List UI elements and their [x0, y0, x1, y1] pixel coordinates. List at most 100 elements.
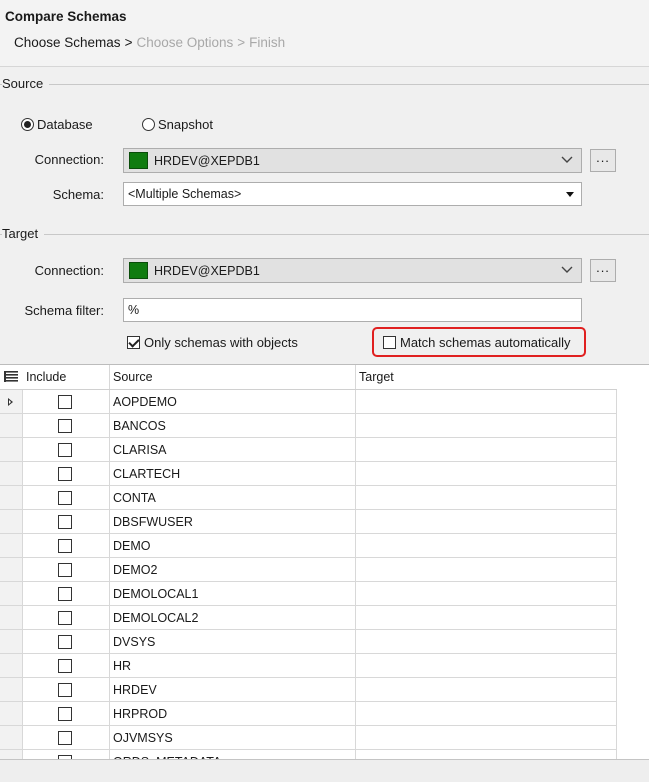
include-cell[interactable]: [23, 534, 110, 558]
include-cell[interactable]: [23, 486, 110, 510]
column-header-source[interactable]: Source: [110, 365, 356, 389]
table-row[interactable]: AOPDEMO: [0, 390, 617, 414]
match-schemas-automatically-checkbox[interactable]: Match schemas automatically: [383, 335, 571, 350]
table-row[interactable]: DEMO: [0, 534, 617, 558]
include-cell[interactable]: [23, 606, 110, 630]
target-cell[interactable]: [356, 486, 617, 510]
target-connection-browse-button[interactable]: ...: [590, 259, 616, 282]
include-checkbox[interactable]: [58, 659, 72, 673]
table-row[interactable]: DEMOLOCAL2: [0, 606, 617, 630]
grid-menu-cell[interactable]: [0, 365, 23, 389]
row-selector[interactable]: [0, 582, 23, 606]
only-schemas-with-objects-checkbox[interactable]: Only schemas with objects: [127, 335, 298, 350]
source-cell[interactable]: HRDEV: [110, 678, 356, 702]
table-row[interactable]: HRDEV: [0, 678, 617, 702]
source-cell[interactable]: BANCOS: [110, 414, 356, 438]
include-checkbox[interactable]: [58, 515, 72, 529]
include-checkbox[interactable]: [58, 419, 72, 433]
include-cell[interactable]: [23, 390, 110, 414]
target-cell[interactable]: [356, 606, 617, 630]
source-connection-browse-button[interactable]: ...: [590, 149, 616, 172]
include-checkbox[interactable]: [58, 611, 72, 625]
list-icon[interactable]: [4, 371, 18, 382]
row-selector[interactable]: [0, 654, 23, 678]
target-cell[interactable]: [356, 462, 617, 486]
target-cell[interactable]: [356, 702, 617, 726]
include-checkbox[interactable]: [58, 443, 72, 457]
target-cell[interactable]: [356, 390, 617, 414]
include-cell[interactable]: [23, 438, 110, 462]
source-cell[interactable]: DEMO: [110, 534, 356, 558]
table-row[interactable]: BANCOS: [0, 414, 617, 438]
include-checkbox[interactable]: [58, 635, 72, 649]
include-checkbox[interactable]: [58, 587, 72, 601]
radio-snapshot[interactable]: Snapshot: [142, 117, 213, 132]
row-selector[interactable]: [0, 462, 23, 486]
include-checkbox[interactable]: [58, 395, 72, 409]
include-checkbox[interactable]: [58, 563, 72, 577]
column-header-target[interactable]: Target: [356, 365, 617, 389]
row-selector[interactable]: [0, 678, 23, 702]
table-row[interactable]: DEMO2: [0, 558, 617, 582]
target-cell[interactable]: [356, 510, 617, 534]
include-cell[interactable]: [23, 726, 110, 750]
source-cell[interactable]: DVSYS: [110, 630, 356, 654]
column-header-include[interactable]: Include: [23, 365, 110, 389]
include-cell[interactable]: [23, 582, 110, 606]
target-cell[interactable]: [356, 558, 617, 582]
source-cell[interactable]: AOPDEMO: [110, 390, 356, 414]
radio-database[interactable]: Database: [21, 117, 93, 132]
target-cell[interactable]: [356, 414, 617, 438]
row-selector[interactable]: [0, 438, 23, 462]
row-selector[interactable]: [0, 390, 23, 414]
include-checkbox[interactable]: [58, 731, 72, 745]
row-selector[interactable]: [0, 630, 23, 654]
source-schema-select[interactable]: <Multiple Schemas>: [123, 182, 582, 206]
include-cell[interactable]: [23, 462, 110, 486]
source-connection-select[interactable]: HRDEV@XEPDB1: [123, 148, 582, 173]
only-schemas-checkbox-box[interactable]: [127, 336, 140, 349]
row-selector[interactable]: [0, 558, 23, 582]
radio-snapshot-indicator[interactable]: [142, 118, 155, 131]
source-cell[interactable]: CLARTECH: [110, 462, 356, 486]
target-cell[interactable]: [356, 582, 617, 606]
row-selector[interactable]: [0, 486, 23, 510]
source-cell[interactable]: CONTA: [110, 486, 356, 510]
table-row[interactable]: DEMOLOCAL1: [0, 582, 617, 606]
table-row[interactable]: CLARTECH: [0, 462, 617, 486]
include-checkbox[interactable]: [58, 707, 72, 721]
source-cell[interactable]: OJVMSYS: [110, 726, 356, 750]
include-cell[interactable]: [23, 630, 110, 654]
source-cell[interactable]: CLARISA: [110, 438, 356, 462]
target-cell[interactable]: [356, 438, 617, 462]
match-schemas-checkbox-box[interactable]: [383, 336, 396, 349]
target-connection-select[interactable]: HRDEV@XEPDB1: [123, 258, 582, 283]
include-cell[interactable]: [23, 702, 110, 726]
include-checkbox[interactable]: [58, 539, 72, 553]
row-selector[interactable]: [0, 510, 23, 534]
table-row[interactable]: CLARISA: [0, 438, 617, 462]
source-cell[interactable]: DBSFWUSER: [110, 510, 356, 534]
include-cell[interactable]: [23, 654, 110, 678]
target-cell[interactable]: [356, 678, 617, 702]
table-row[interactable]: DVSYS: [0, 630, 617, 654]
source-cell[interactable]: DEMOLOCAL2: [110, 606, 356, 630]
include-checkbox[interactable]: [58, 683, 72, 697]
row-selector[interactable]: [0, 726, 23, 750]
target-cell[interactable]: [356, 630, 617, 654]
radio-database-indicator[interactable]: [21, 118, 34, 131]
target-cell[interactable]: [356, 654, 617, 678]
source-cell[interactable]: DEMOLOCAL1: [110, 582, 356, 606]
table-row[interactable]: DBSFWUSER: [0, 510, 617, 534]
include-cell[interactable]: [23, 510, 110, 534]
source-cell[interactable]: DEMO2: [110, 558, 356, 582]
table-row[interactable]: OJVMSYS: [0, 726, 617, 750]
source-cell[interactable]: HRPROD: [110, 702, 356, 726]
table-row[interactable]: HRPROD: [0, 702, 617, 726]
row-selector[interactable]: [0, 414, 23, 438]
include-cell[interactable]: [23, 678, 110, 702]
table-row[interactable]: HR: [0, 654, 617, 678]
include-checkbox[interactable]: [58, 467, 72, 481]
table-row[interactable]: CONTA: [0, 486, 617, 510]
row-selector[interactable]: [0, 534, 23, 558]
